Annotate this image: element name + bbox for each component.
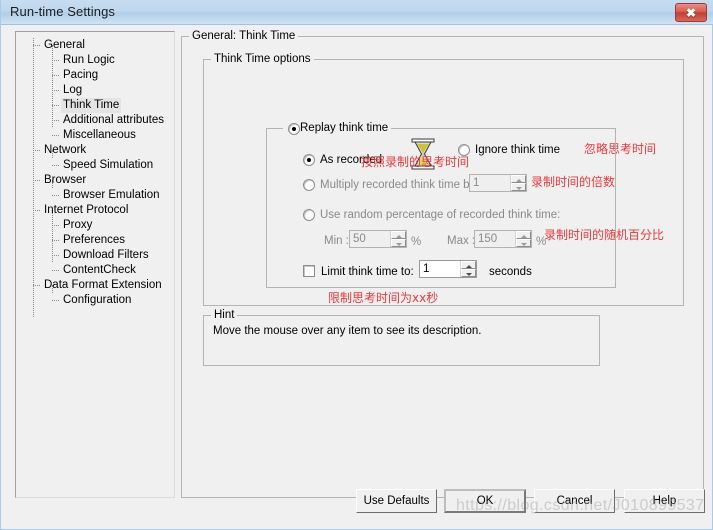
- cancel-button[interactable]: Cancel: [534, 489, 615, 513]
- as-recorded-annotation: 按照录制的思考时间: [361, 155, 470, 169]
- general-think-time-group: General: Think Time Think Time options I…: [181, 30, 704, 498]
- general-think-time-group-label: General: Think Time: [189, 30, 299, 42]
- as-recorded-radio[interactable]: [303, 154, 315, 166]
- sidebar-item-configuration[interactable]: Configuration: [16, 293, 174, 308]
- min-spinner[interactable]: 50: [349, 230, 407, 248]
- close-icon[interactable]: ✖: [675, 3, 707, 22]
- sidebar-item-label: Log: [63, 84, 83, 96]
- sidebar-item-think-time[interactable]: Think Time: [16, 98, 174, 113]
- sidebar-item-contentcheck[interactable]: ContentCheck: [16, 263, 174, 278]
- min-value: 50: [353, 233, 366, 245]
- replay-think-time-radio[interactable]: [288, 123, 300, 135]
- spinner-up-icon[interactable]: [516, 231, 531, 239]
- use-defaults-button[interactable]: Use Defaults: [356, 489, 437, 513]
- spinner-up-icon[interactable]: [391, 231, 406, 239]
- sidebar-item-label: Think Time: [61, 98, 122, 113]
- min-spinner-arrows[interactable]: [390, 231, 406, 247]
- sidebar-item-preferences[interactable]: Preferences: [16, 233, 174, 248]
- sidebar-item-label: Pacing: [63, 69, 99, 81]
- button-label: OK: [476, 495, 494, 507]
- multiply-spinner[interactable]: 1: [469, 174, 527, 192]
- sidebar-item-data-format-extension[interactable]: Data Format Extension: [16, 278, 174, 293]
- sidebar-item-general[interactable]: General: [16, 38, 174, 53]
- tree-node-list: General Run Logic Pacing Log Think Time Addit…: [16, 38, 174, 308]
- multiply-annotation: 录制时间的倍数: [531, 175, 616, 189]
- spinner-up-icon[interactable]: [461, 261, 476, 269]
- limit-think-time-label: Limit think time to:: [321, 266, 414, 278]
- help-button[interactable]: Help: [624, 489, 705, 513]
- sidebar-item-label: Proxy: [63, 219, 93, 231]
- button-label: Help: [652, 495, 677, 507]
- sidebar-item-run-logic[interactable]: Run Logic: [16, 53, 174, 68]
- limit-think-time-checkbox[interactable]: [303, 265, 315, 277]
- random-percentage-radio[interactable]: [303, 209, 315, 221]
- close-icon-glyph: ✖: [685, 5, 697, 20]
- multiply-radio[interactable]: [303, 179, 315, 191]
- max-value: 150: [478, 233, 498, 245]
- run-time-settings-window: Run-time Settings ✖ General Run Logic Paci…: [0, 0, 713, 530]
- sidebar-item-browser-emulation[interactable]: Browser Emulation: [16, 188, 174, 203]
- sidebar-item-label: Preferences: [63, 234, 126, 246]
- think-time-options-group-label: Think Time options: [211, 53, 314, 65]
- spinner-down-icon[interactable]: [516, 239, 531, 247]
- max-label: Max :: [447, 235, 476, 247]
- sidebar-item-label: Configuration: [63, 294, 132, 306]
- sidebar-item-label: Additional attributes: [63, 114, 165, 126]
- sidebar-item-label: Data Format Extension: [44, 279, 162, 291]
- replay-think-time-group: Replay think time As recorded Multiply r…: [266, 122, 616, 288]
- multiply-value: 1: [473, 177, 480, 189]
- sidebar-item-internet-protocol[interactable]: Internet Protocol: [16, 203, 174, 218]
- sidebar-item-label: Download Filters: [63, 249, 149, 261]
- settings-tree-panel[interactable]: General Run Logic Pacing Log Think Time Addit…: [15, 31, 175, 498]
- sidebar-item-label: ContentCheck: [63, 264, 136, 276]
- hint-group-label: Hint: [211, 309, 238, 321]
- window-title: Run-time Settings: [10, 4, 116, 19]
- button-label: Cancel: [556, 495, 593, 507]
- sidebar-item-label: General: [44, 39, 85, 51]
- max-spinner[interactable]: 150: [474, 230, 532, 248]
- min-label: Min :: [324, 235, 349, 247]
- sidebar-item-label: Network: [44, 144, 87, 156]
- sidebar-item-label: Browser: [44, 174, 87, 186]
- multiply-label: Multiply recorded think time by:: [320, 179, 479, 191]
- multiply-spinner-arrows[interactable]: [510, 175, 526, 191]
- random-percentage-annotation: 录制时间的随机百分比: [544, 228, 665, 242]
- spinner-down-icon[interactable]: [461, 269, 476, 277]
- spinner-down-icon[interactable]: [391, 239, 406, 247]
- sidebar-item-additional-attributes[interactable]: Additional attributes: [16, 113, 174, 128]
- max-spinner-arrows[interactable]: [515, 231, 531, 247]
- limit-think-time-units: seconds: [489, 266, 532, 278]
- sidebar-item-pacing[interactable]: Pacing: [16, 68, 174, 83]
- limit-think-time-value: 1: [423, 263, 430, 275]
- sidebar-item-download-filters[interactable]: Download Filters: [16, 248, 174, 263]
- sidebar-item-log[interactable]: Log: [16, 83, 174, 98]
- ok-button[interactable]: OK: [444, 489, 526, 513]
- think-time-options-group: Think Time options Ignore think time 忽略思…: [203, 53, 684, 306]
- sidebar-item-label: Run Logic: [63, 54, 115, 66]
- hint-text: Move the mouse over any item to see its …: [213, 325, 482, 337]
- sidebar-item-label: Internet Protocol: [44, 204, 129, 216]
- sidebar-item-label: Miscellaneous: [63, 129, 136, 141]
- sidebar-item-proxy[interactable]: Proxy: [16, 218, 174, 233]
- min-percent-sign: %: [411, 236, 422, 248]
- spinner-down-icon[interactable]: [511, 183, 526, 191]
- title-bar: Run-time Settings ✖: [1, 0, 713, 25]
- limit-think-time-spinner[interactable]: 1: [419, 260, 477, 278]
- sidebar-item-label: Speed Simulation: [63, 159, 154, 171]
- sidebar-item-network[interactable]: Network: [16, 143, 174, 158]
- sidebar-item-browser[interactable]: Browser: [16, 173, 174, 188]
- hint-group: Hint Move the mouse over any item to see…: [203, 309, 600, 366]
- sidebar-item-speed-simulation[interactable]: Speed Simulation: [16, 158, 174, 173]
- limit-spinner-arrows[interactable]: [460, 261, 476, 277]
- limit-think-time-annotation: 限制思考时间为xx秒: [328, 291, 439, 305]
- spinner-up-icon[interactable]: [511, 175, 526, 183]
- button-label: Use Defaults: [363, 495, 430, 507]
- sidebar-item-label: Browser Emulation: [63, 189, 160, 201]
- settings-tree: General Run Logic Pacing Log Think Time Addit…: [16, 32, 174, 317]
- sidebar-item-miscellaneous[interactable]: Miscellaneous: [16, 128, 174, 143]
- random-percentage-label: Use random percentage of recorded think …: [320, 209, 561, 221]
